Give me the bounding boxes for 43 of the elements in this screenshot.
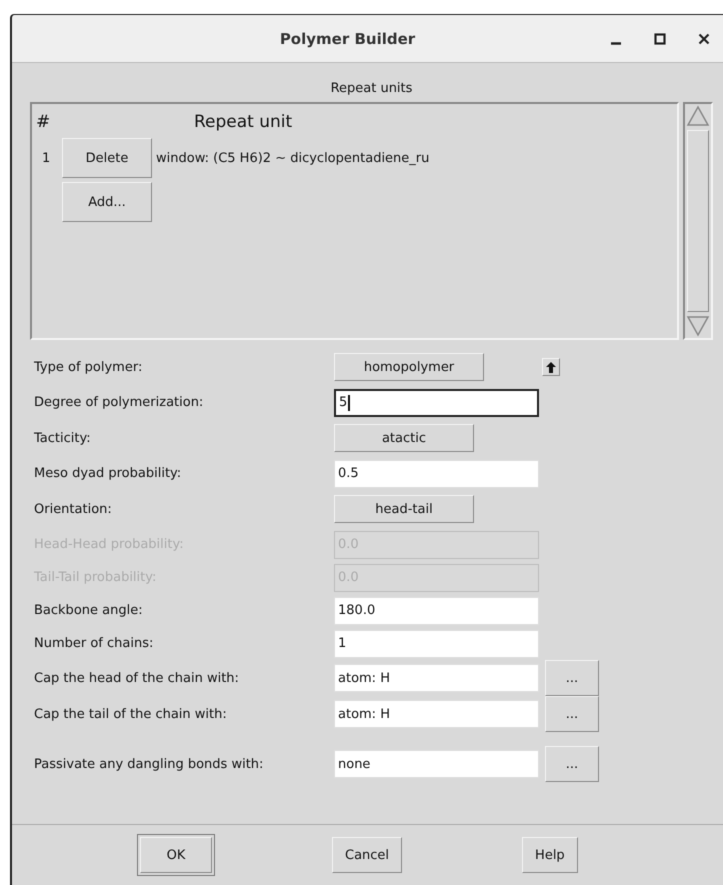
scroll-thumb[interactable] — [687, 130, 709, 312]
repeat-unit-name: window: (C5 H6)2 ~ dicyclopentadiene_ru — [156, 150, 430, 166]
field-label: Type of polymer: — [33, 360, 144, 374]
section-heading: Repeat units — [330, 81, 414, 96]
column-header: # — [36, 112, 52, 132]
input-field[interactable]: 0.5 — [334, 460, 539, 488]
add-button[interactable]: Add... — [62, 182, 152, 222]
browse-button[interactable]: ... — [545, 746, 599, 782]
arrow-button[interactable] — [542, 358, 560, 376]
dialog-button[interactable]: OK — [140, 837, 212, 873]
minimize-icon — [611, 42, 621, 44]
close-icon — [697, 32, 711, 46]
option-menu[interactable]: homopolymer — [334, 353, 484, 381]
field-label: Tacticity: — [33, 430, 92, 446]
up-arrow-icon — [546, 362, 556, 372]
input-field[interactable]: 5 — [334, 388, 539, 416]
dialog-button[interactable]: Help — [522, 837, 578, 873]
field-label: Cap the head of the chain with: — [33, 670, 240, 686]
dialog-button[interactable]: Cancel — [332, 837, 402, 873]
scroll-up-arrow[interactable] — [684, 104, 712, 128]
field-label: Orientation: — [33, 502, 113, 516]
window-title: Polymer Builder — [278, 30, 416, 48]
delete-button[interactable]: Delete — [62, 138, 152, 178]
option-menu[interactable]: atactic — [334, 424, 474, 452]
field-label: Degree of polymerization: — [33, 395, 204, 410]
field-label: Cap the tail of the chain with: — [33, 706, 228, 722]
option-menu[interactable]: head-tail — [334, 495, 474, 523]
field-label: Passivate any dangling bonds with: — [33, 756, 264, 772]
browse-button[interactable]: ... — [545, 696, 599, 732]
column-header: Repeat unit — [194, 112, 292, 132]
field-label: Number of chains: — [33, 636, 154, 651]
input-field[interactable]: none — [334, 750, 539, 778]
row-number: 1 — [41, 150, 52, 166]
input-field[interactable]: atom: H — [334, 664, 539, 692]
input-field[interactable]: atom: H — [334, 700, 539, 728]
input-field[interactable]: 180.0 — [334, 596, 539, 624]
maximize-icon — [653, 32, 667, 46]
field-label: Backbone angle: — [33, 603, 144, 618]
scroll-down-arrow[interactable] — [684, 314, 712, 338]
scrollbar[interactable] — [683, 102, 713, 340]
field-label: Meso dyad probability: — [33, 466, 182, 481]
input-field[interactable]: 1 — [334, 630, 539, 658]
browse-button[interactable]: ... — [545, 660, 599, 696]
